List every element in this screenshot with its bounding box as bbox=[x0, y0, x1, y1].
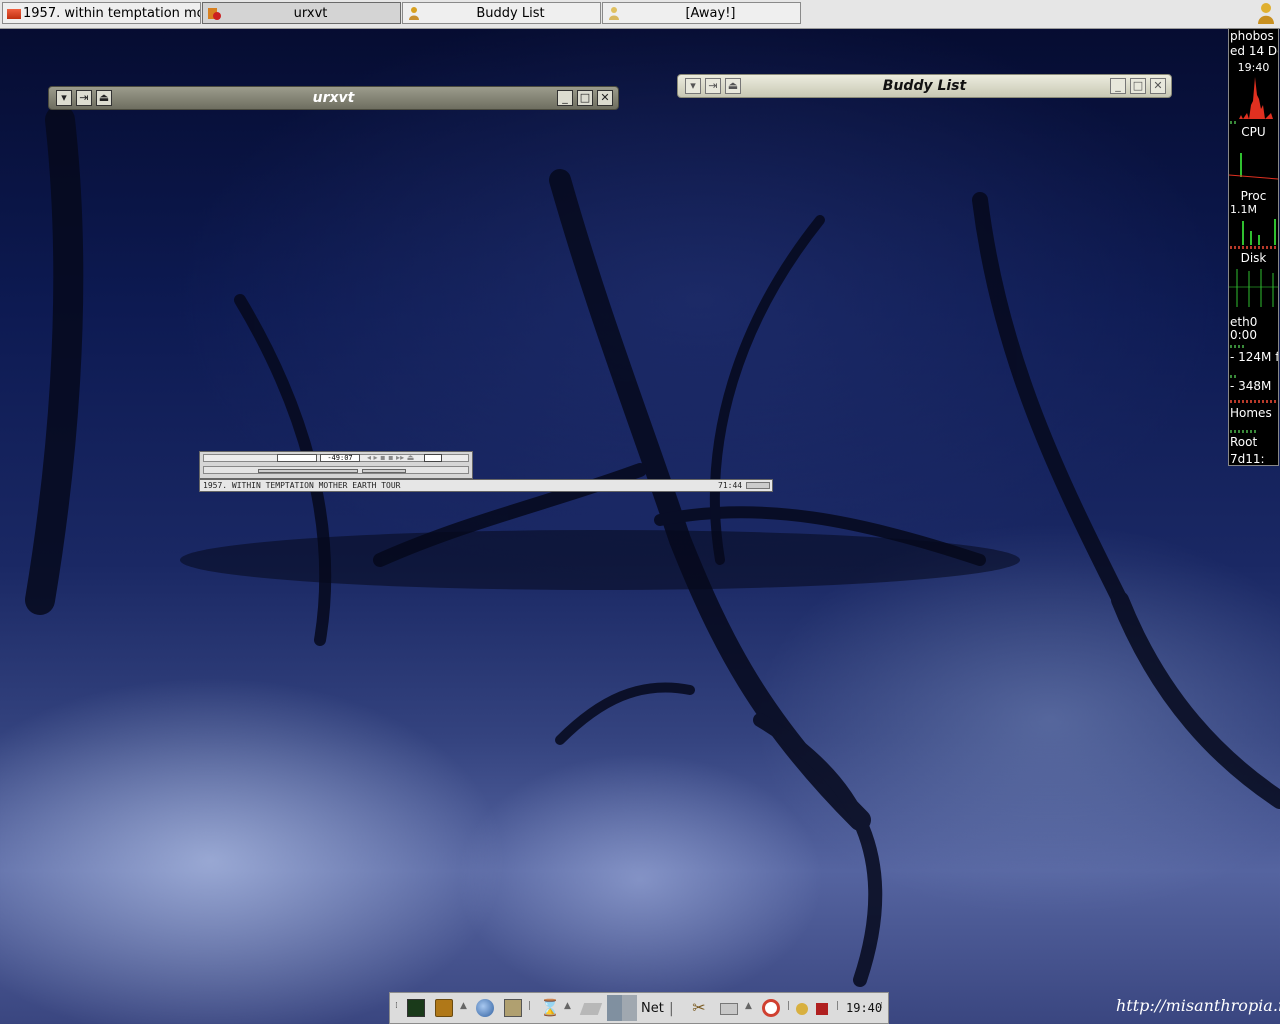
xmms-controls[interactable]: ◂ ▸ ▪ ▪ ▸▸ ⏏ bbox=[367, 454, 414, 462]
net-meter: | bbox=[669, 1001, 674, 1017]
task-urxvt[interactable]: urxvt bbox=[202, 2, 401, 24]
window-title: Buddy List bbox=[882, 78, 967, 94]
terminal-icon bbox=[207, 6, 222, 21]
net-label: eth0 bbox=[1230, 315, 1258, 329]
eraser-icon[interactable] bbox=[579, 1003, 603, 1015]
playlist-entry[interactable]: 1957. WITHIN TEMPTATION MOTHER EARTH TOU… bbox=[203, 480, 400, 491]
tray-buddy-icon[interactable] bbox=[1256, 2, 1276, 24]
watermark: http://misanthropia.net bbox=[1116, 996, 1280, 1015]
buddy-icon bbox=[407, 6, 422, 21]
fs-homes-label: Homes bbox=[1230, 406, 1272, 420]
desktop-wallpaper bbox=[25, 105, 1280, 987]
window-title: urxvt bbox=[312, 90, 355, 106]
fs-bar bbox=[1230, 430, 1256, 433]
separator-icon: | bbox=[528, 1001, 532, 1011]
dock-clock: 19:40 bbox=[846, 1001, 883, 1015]
xmms-time: -49:07 bbox=[320, 454, 360, 462]
task-label: Buddy List bbox=[476, 6, 545, 21]
playlist-duration: 71:44 bbox=[718, 481, 743, 490]
dock-handle[interactable]: ⁞ bbox=[395, 1001, 398, 1011]
proc-value: 1.1M bbox=[1230, 203, 1257, 216]
close-icon[interactable]: ✕ bbox=[1150, 78, 1166, 94]
fs-root-label: Root bbox=[1230, 435, 1258, 449]
battery-icon[interactable] bbox=[816, 1003, 828, 1015]
cpu-graph bbox=[1229, 77, 1278, 119]
date-label: ed 14 De bbox=[1230, 44, 1278, 58]
dock-panel: ⁞ ▲ | ⌛ ▲ Net | ✂ ▲ | | 19:40 ⁞ bbox=[389, 992, 889, 1024]
xmms-vis bbox=[277, 454, 317, 462]
tools-icon[interactable] bbox=[504, 999, 522, 1017]
xmms-player[interactable]: -49:07 ◂ ▸ ▪ ▪ ▸▸ ⏏ bbox=[199, 451, 473, 479]
terminal-icon[interactable] bbox=[407, 999, 425, 1017]
lifebuoy-icon[interactable] bbox=[762, 999, 780, 1017]
separator-icon: | bbox=[836, 1001, 840, 1011]
cpu-label: CPU bbox=[1241, 125, 1266, 139]
disk-label: Disk bbox=[1240, 251, 1267, 265]
taskbar: 1957. within temptation mothe urxvt Budd… bbox=[0, 0, 1280, 29]
urxvt-window[interactable]: ▾ ⇥ ⏏ urxvt _ □ ✕ bbox=[48, 86, 619, 110]
proc-label: Proc bbox=[1240, 189, 1267, 203]
buddy-list-window[interactable]: ▾ ⇥ ⏏ Buddy List _ □ ✕ bbox=[677, 74, 1172, 98]
system-monitor: phobos ed 14 De 19:40 CPU Proc 1.1M Disk… bbox=[1228, 28, 1279, 466]
cpu-bar bbox=[1230, 121, 1238, 124]
task-away[interactable]: [Away!] bbox=[602, 2, 801, 24]
pager-icon[interactable] bbox=[607, 995, 637, 1021]
arrow-up-icon[interactable]: ▲ bbox=[460, 1001, 467, 1011]
dock-handle[interactable]: ⁞ bbox=[880, 1001, 883, 1011]
net-time: 0:00 bbox=[1230, 328, 1257, 342]
disk-graph bbox=[1229, 269, 1278, 307]
mem-label: - 124M f bbox=[1230, 350, 1279, 364]
separator-icon: | bbox=[787, 1001, 791, 1011]
cpu-load-graph bbox=[1229, 153, 1278, 180]
xmms-shuffle-button[interactable] bbox=[424, 454, 442, 462]
xmms-playlist[interactable]: 1957. WITHIN TEMPTATION MOTHER EARTH TOU… bbox=[199, 479, 773, 492]
proc-bar bbox=[1230, 246, 1278, 249]
arrow-up-icon[interactable]: ▲ bbox=[745, 1001, 752, 1011]
swap-label: - 348M bbox=[1230, 379, 1272, 393]
xmms-icon bbox=[7, 9, 21, 19]
net-label: Net bbox=[641, 1001, 664, 1016]
close-icon[interactable]: ✕ bbox=[597, 90, 613, 106]
playlist-scroll[interactable] bbox=[746, 482, 770, 489]
browser-icon[interactable] bbox=[476, 999, 494, 1017]
maximize-icon[interactable]: □ bbox=[577, 90, 593, 106]
minimize-icon[interactable]: _ bbox=[557, 90, 573, 106]
task-buddy-list[interactable]: Buddy List bbox=[402, 2, 601, 24]
book-icon[interactable] bbox=[435, 999, 453, 1017]
xmms-balance-slider[interactable] bbox=[362, 469, 406, 473]
net-bar bbox=[1230, 345, 1244, 348]
task-label: [Away!] bbox=[685, 6, 736, 21]
uptime-label: 7d11: bbox=[1230, 452, 1265, 466]
maximize-icon[interactable]: □ bbox=[1130, 78, 1146, 94]
clock-label: 19:40 bbox=[1237, 61, 1270, 74]
proc-graph bbox=[1242, 219, 1276, 245]
hostname: phobos bbox=[1230, 29, 1274, 43]
mem-bar bbox=[1230, 375, 1238, 378]
task-label: 1957. within temptation mothe bbox=[23, 6, 200, 21]
minimize-icon[interactable]: _ bbox=[1110, 78, 1126, 94]
printer-icon[interactable] bbox=[720, 1003, 738, 1015]
arrow-up-icon[interactable]: ▲ bbox=[564, 1001, 571, 1011]
volume-icon[interactable] bbox=[796, 1003, 808, 1015]
hourglass-icon[interactable]: ⌛ bbox=[540, 999, 560, 1017]
task-label: urxvt bbox=[293, 6, 328, 21]
xmms-volume-slider[interactable] bbox=[258, 469, 358, 473]
wrench-icon[interactable]: ✂ bbox=[690, 999, 708, 1017]
swap-bar bbox=[1230, 400, 1278, 403]
buddy-icon bbox=[607, 6, 622, 21]
task-xmms[interactable]: 1957. within temptation mothe bbox=[2, 2, 201, 24]
